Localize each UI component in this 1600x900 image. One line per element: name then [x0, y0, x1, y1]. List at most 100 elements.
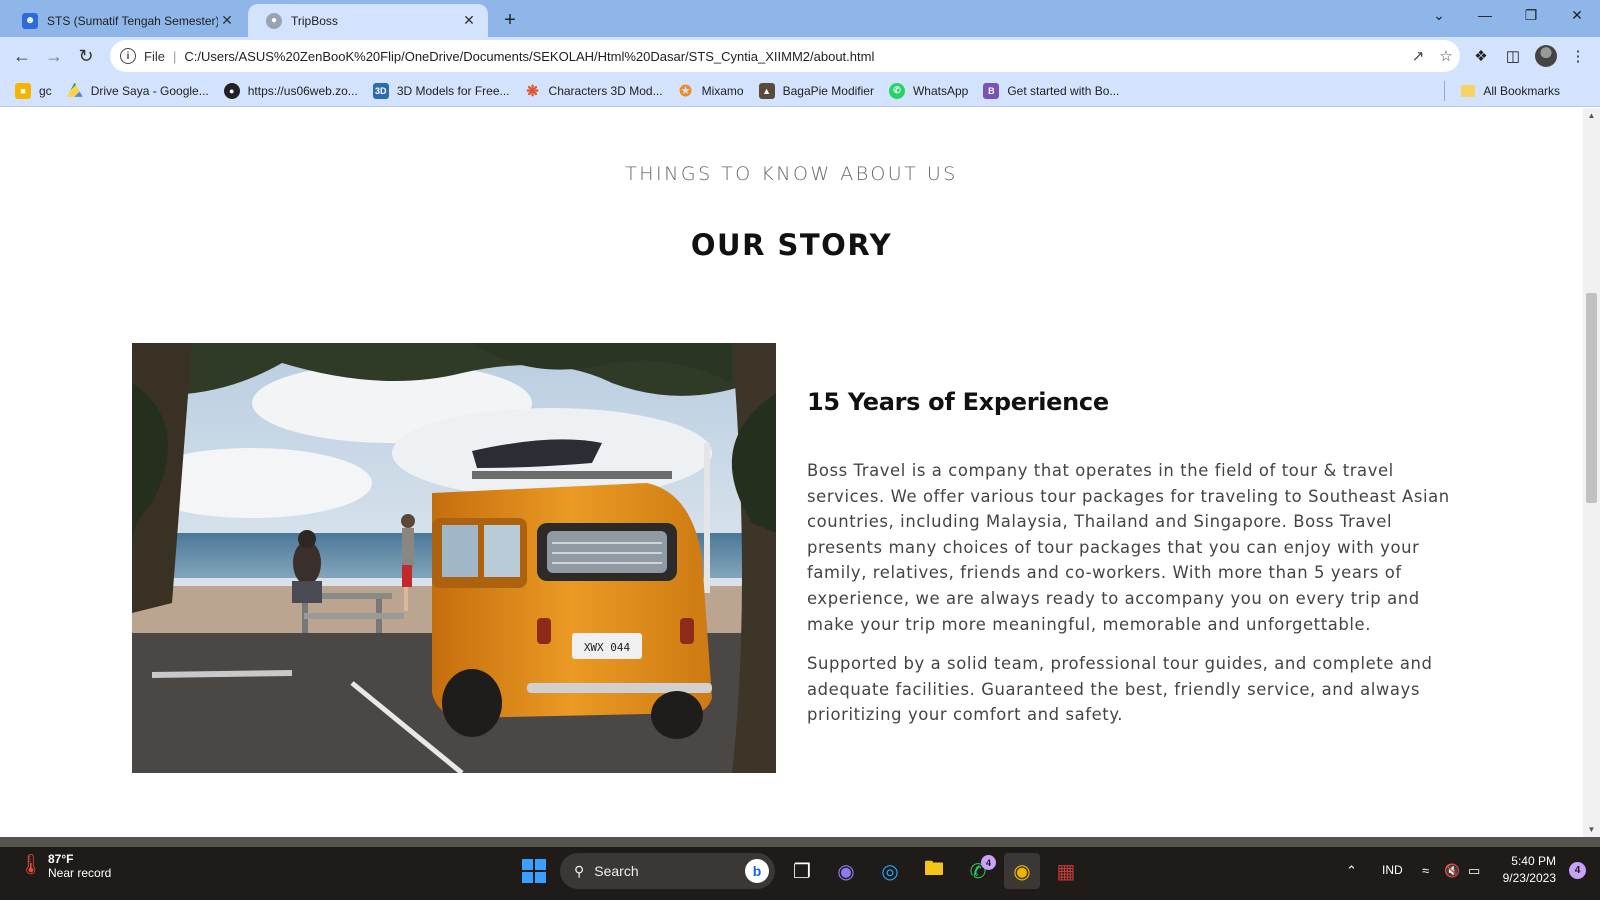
divider: |: [172, 48, 177, 64]
restore-icon[interactable]: ❐: [1508, 0, 1554, 30]
bookmark-label: gc: [39, 83, 52, 98]
page-title: OUR STORY: [690, 228, 893, 262]
winrar-icon[interactable]: ▦: [1048, 853, 1084, 889]
story-paragraph-2: Supported by a solid team, professional …: [807, 654, 1433, 725]
taskbar-clock[interactable]: 5:40 PM 9/23/2023: [1503, 853, 1556, 887]
bookmark-bootstrap[interactable]: B Get started with Bo...: [983, 82, 1120, 99]
whatsapp-badge: 4: [981, 855, 996, 870]
bookmark-label: WhatsApp: [912, 83, 969, 98]
share-icon[interactable]: ↗: [1404, 47, 1432, 65]
van-beach-photo: XWX 044: [132, 343, 776, 773]
folder-icon: [1461, 84, 1476, 97]
bookmark-label: All Bookmarks: [1483, 83, 1560, 98]
browser-toolbar: ← → ↻ i File | C:/Users/ASUS%20ZenBooK%2…: [0, 37, 1600, 75]
forward-arrow-icon[interactable]: →: [39, 41, 69, 71]
taskbar-search[interactable]: ⚲ Search b: [560, 853, 775, 889]
star-icon[interactable]: ☆: [1432, 47, 1460, 65]
bookmark-label: https://us06web.zo...: [247, 83, 358, 98]
bagapie-icon: ▲: [758, 82, 775, 99]
pinwheel-icon: ❋: [526, 82, 539, 100]
window-close-icon[interactable]: ✕: [1554, 0, 1600, 30]
back-arrow-icon[interactable]: ←: [7, 41, 37, 71]
bookmark-whatsapp[interactable]: ✆ WhatsApp: [888, 82, 969, 99]
windows-logo-icon: [522, 859, 546, 883]
minimize-icon[interactable]: —: [1462, 0, 1508, 30]
bookmark-label: Drive Saya - Google...: [90, 83, 209, 98]
thermometer-icon: 🌡: [18, 854, 44, 876]
globe-icon: ●: [266, 12, 282, 29]
scroll-down-icon[interactable]: ▼: [1583, 822, 1600, 837]
bookmark-label: Mixamo: [701, 83, 744, 98]
clock-time: 5:40 PM: [1511, 854, 1556, 868]
license-plate-text: XWX 044: [584, 641, 631, 654]
windows-taskbar: 🌡 87°F Near record ⚲ Search b ❐ ◉ ◎ 🖿 ✆ 4…: [0, 837, 1600, 900]
reload-icon[interactable]: ↻: [71, 41, 101, 71]
meet-icon[interactable]: ◉: [828, 853, 864, 889]
scroll-up-icon[interactable]: ▲: [1583, 108, 1600, 123]
bookmark-label: Characters 3D Mod...: [548, 83, 663, 98]
side-panel-icon[interactable]: ◫: [1502, 45, 1524, 67]
person-icon: ☻: [22, 12, 38, 29]
mixamo-icon: ✪: [679, 82, 692, 100]
tab-search-chevron-icon[interactable]: ⌄: [1416, 0, 1462, 30]
close-icon[interactable]: ✕: [460, 12, 478, 30]
extensions-icon[interactable]: ❖: [1470, 45, 1492, 67]
url-text[interactable]: C:/Users/ASUS%20ZenBooK%20Flip/OneDrive/…: [184, 49, 1404, 64]
clock-date: 9/23/2023: [1502, 871, 1556, 885]
start-button[interactable]: [516, 853, 552, 889]
chrome-icon[interactable]: ◉: [1004, 853, 1040, 889]
tab-title: STS (Sumatif Tengah Semester) C: [47, 13, 218, 28]
scroll-thumb[interactable]: [1586, 293, 1597, 503]
weather-widget[interactable]: 🌡 87°F Near record: [18, 852, 111, 880]
page-content: THINGS TO KNOW ABOUT US OUR STORY XWX 04…: [0, 108, 1583, 837]
menu-kebab-icon[interactable]: ⋮: [1567, 45, 1589, 67]
globe-icon: ●: [223, 82, 240, 99]
notification-badge[interactable]: 4: [1569, 862, 1586, 879]
bookmark-mixamo[interactable]: ✪ Mixamo: [678, 82, 744, 100]
bing-icon[interactable]: b: [745, 859, 769, 883]
task-view-icon[interactable]: ❐: [784, 853, 820, 889]
bookmarks-bar: ■ gc Drive Saya - Google... ● https://us…: [0, 75, 1600, 107]
weather-desc: Near record: [48, 866, 112, 880]
scheme-label: File: [144, 48, 165, 64]
3d-icon: 3D: [372, 82, 389, 99]
profile-avatar[interactable]: [1535, 45, 1557, 67]
edge-icon[interactable]: ◎: [872, 853, 908, 889]
info-icon[interactable]: i: [120, 48, 136, 64]
bookmark-gc[interactable]: ■ gc: [15, 82, 52, 99]
tab-tripboss[interactable]: ● TripBoss ✕: [248, 4, 488, 37]
wifi-icon[interactable]: ≈: [1422, 863, 1429, 878]
show-hidden-icons-chevron-icon[interactable]: ⌃: [1346, 863, 1357, 879]
language-indicator[interactable]: IND: [1382, 863, 1403, 877]
speaker-muted-icon[interactable]: 🔇: [1444, 863, 1460, 879]
bookmark-drive[interactable]: Drive Saya - Google...: [66, 82, 209, 99]
address-bar[interactable]: i File | C:/Users/ASUS%20ZenBooK%20Flip/…: [110, 40, 1460, 72]
search-label: Search: [594, 863, 639, 879]
bookmark-label: 3D Models for Free...: [396, 83, 510, 98]
bookmark-bagapie[interactable]: ▲ BagaPie Modifier: [758, 82, 874, 99]
battery-icon[interactable]: ▭: [1468, 863, 1480, 879]
drive-icon: [66, 82, 83, 97]
new-tab-button[interactable]: +: [496, 6, 524, 34]
close-icon[interactable]: ✕: [218, 12, 236, 30]
divider: [1444, 81, 1445, 101]
bookmark-3d-models[interactable]: 3D 3D Models for Free...: [372, 82, 510, 99]
search-icon: ⚲: [574, 862, 585, 879]
classroom-icon: ■: [15, 82, 31, 99]
story-paragraph-1: Boss Travel is a company that operates i…: [807, 461, 1450, 634]
bookmark-label: BagaPie Modifier: [782, 83, 874, 98]
bookmark-label: Get started with Bo...: [1007, 83, 1120, 98]
weather-temp: 87°F: [48, 852, 74, 866]
whatsapp-icon[interactable]: ✆ 4: [960, 853, 996, 889]
page-scrollbar[interactable]: ▲ ▼: [1583, 108, 1600, 837]
bootstrap-icon: B: [983, 82, 1000, 99]
tab-strip: ☻ STS (Sumatif Tengah Semester) C ✕ ● Tr…: [0, 0, 1600, 37]
tab-title: TripBoss: [291, 13, 338, 28]
tab-sts[interactable]: ☻ STS (Sumatif Tengah Semester) C ✕: [4, 4, 246, 37]
section-eyebrow: THINGS TO KNOW ABOUT US: [625, 163, 958, 185]
all-bookmarks-button[interactable]: All Bookmarks: [1461, 84, 1560, 98]
bookmark-zoom[interactable]: ● https://us06web.zo...: [223, 82, 358, 99]
bookmark-characters[interactable]: ❋ Characters 3D Mod...: [525, 82, 663, 100]
section-subtitle: 15 Years of Experience: [807, 388, 1109, 416]
file-explorer-icon[interactable]: 🖿: [916, 853, 952, 889]
